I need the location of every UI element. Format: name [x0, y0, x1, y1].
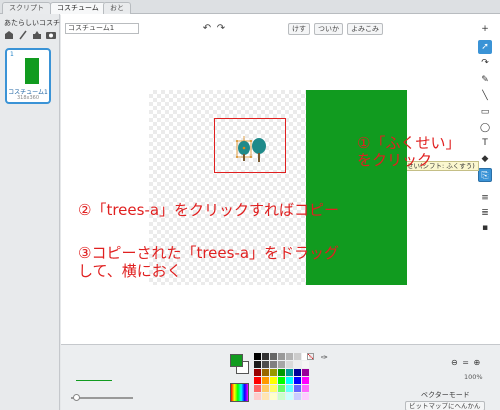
pencil-icon[interactable]: ✎ — [478, 73, 492, 87]
annotation-step3-line1: ③コピーされた「trees-a」をドラッグ — [78, 244, 340, 262]
line-width-preview — [76, 380, 112, 381]
upload-icon[interactable] — [32, 30, 42, 40]
costume-number: 1 — [10, 51, 14, 58]
no-color-icon[interactable] — [307, 353, 314, 360]
duplicate-stamp-icon[interactable]: ⎘ — [478, 168, 492, 182]
tab-scripts[interactable]: スクリプト — [2, 2, 51, 14]
palette-swatch[interactable] — [286, 353, 293, 360]
slider-knob[interactable] — [73, 394, 80, 401]
palette-swatch[interactable] — [294, 377, 301, 384]
palette-swatch[interactable] — [302, 361, 309, 368]
palette-swatch[interactable] — [254, 393, 261, 400]
tab-sounds[interactable]: おと — [103, 2, 131, 14]
costume-preview — [25, 58, 39, 84]
palette-swatch[interactable] — [286, 361, 293, 368]
palette-swatch[interactable] — [278, 353, 285, 360]
palette-swatch[interactable] — [254, 361, 261, 368]
palette-swatch[interactable] — [254, 385, 261, 392]
palette-swatch[interactable] — [294, 361, 301, 368]
tab-bar: スクリプト コスチューム おと — [0, 0, 500, 15]
palette-swatch[interactable] — [254, 369, 261, 376]
costume-size: 318x360 — [16, 95, 40, 101]
palette-swatch[interactable] — [294, 369, 301, 376]
palette-swatch[interactable] — [262, 353, 269, 360]
convert-to-bitmap-button[interactable]: ビットマップにへんかん — [405, 401, 485, 410]
palette-swatch[interactable] — [286, 385, 293, 392]
palette-swatch[interactable] — [278, 393, 285, 400]
palette-swatch[interactable] — [262, 393, 269, 400]
palette-swatch[interactable] — [270, 361, 277, 368]
reshape-icon[interactable]: ↷ — [478, 56, 492, 70]
palette-swatch[interactable] — [270, 377, 277, 384]
undo-icon[interactable]: ↶ — [201, 23, 213, 35]
mode-label: ベクターモード — [421, 391, 470, 399]
palette-swatch[interactable] — [294, 385, 301, 392]
camera-icon[interactable] — [46, 30, 56, 40]
redo-icon[interactable]: ↷ — [215, 23, 227, 35]
costume-thumbnail[interactable]: 1 コスチューム1 318x360 — [5, 48, 51, 104]
new-costume-tools — [4, 30, 56, 42]
paint-brush-icon[interactable] — [18, 30, 28, 40]
layer-back-icon[interactable]: ≣ — [478, 206, 492, 220]
ellipse-icon[interactable]: ◯ — [478, 121, 492, 135]
annotation-step1-line1: ①「ふくせい」 — [357, 134, 461, 152]
primary-color-swatch[interactable] — [230, 354, 243, 367]
select-arrow-icon[interactable]: ➚ — [478, 40, 492, 54]
line-icon[interactable]: ╲ — [478, 89, 492, 103]
zoom-controls[interactable]: ⊖ = ⊕ — [451, 358, 481, 367]
add-button[interactable]: ついか — [314, 23, 343, 35]
color-panel: ✑ ⊖ = ⊕ 100% ベクターモード ビットマップにへんかん — [61, 344, 500, 410]
palette-swatch[interactable] — [270, 353, 277, 360]
palette-swatch[interactable] — [302, 385, 309, 392]
palette-swatch[interactable] — [254, 377, 261, 384]
line-width-slider[interactable] — [71, 394, 133, 401]
editor-toolbar: コスチューム1 ↶ ↷ けす ついか よみこみ — [61, 14, 500, 44]
eyedropper-icon[interactable]: ✑ — [320, 353, 329, 362]
palette-swatch[interactable] — [262, 385, 269, 392]
palette-swatch[interactable] — [302, 393, 309, 400]
zoom-level: 100% — [464, 373, 483, 381]
palette-swatch[interactable] — [286, 393, 293, 400]
palette-swatch[interactable] — [278, 377, 285, 384]
paint-editor: コスチューム1 ↶ ↷ けす ついか よみこみ + ➚ ↷ ✎ ╲ ▭ ◯ T … — [61, 14, 500, 410]
color-picker[interactable] — [230, 383, 249, 402]
paint-bucket-icon[interactable]: ◆ — [478, 152, 492, 166]
zoom-plus-icon[interactable]: + — [478, 22, 492, 36]
palette-swatch[interactable] — [278, 369, 285, 376]
library-icon[interactable] — [4, 30, 14, 40]
rectangle-icon[interactable]: ▭ — [478, 105, 492, 119]
palette-swatch[interactable] — [294, 393, 301, 400]
import-button[interactable]: よみこみ — [347, 23, 383, 35]
color-palette — [254, 353, 309, 400]
costume-name-input[interactable]: コスチューム1 — [65, 23, 139, 34]
palette-swatch[interactable] — [278, 385, 285, 392]
trees-a-sprite[interactable] — [229, 134, 279, 172]
annotation-step3-line2: して、横におく — [78, 262, 182, 280]
layer-forward-icon[interactable]: ≡ — [478, 191, 492, 205]
annotation-step1-line2: をクリック — [357, 151, 433, 169]
costume-list-panel: あたらしいコスチューム: 1 コスチューム1 318x360 — [0, 14, 83, 410]
palette-swatch[interactable] — [270, 393, 277, 400]
palette-swatch[interactable] — [262, 361, 269, 368]
text-icon[interactable]: T — [478, 136, 492, 150]
group-icon[interactable]: ▪ — [478, 221, 492, 235]
palette-swatch[interactable] — [278, 361, 285, 368]
palette-swatch[interactable] — [262, 369, 269, 376]
palette-swatch[interactable] — [294, 353, 301, 360]
palette-swatch[interactable] — [254, 353, 261, 360]
palette-swatch[interactable] — [302, 369, 309, 376]
palette-swatch[interactable] — [302, 377, 309, 384]
palette-swatch[interactable] — [286, 369, 293, 376]
clear-button[interactable]: けす — [288, 23, 310, 35]
palette-swatch[interactable] — [270, 369, 277, 376]
palette-swatch[interactable] — [262, 377, 269, 384]
annotation-step2: ②「trees-a」をクリックすればコピー — [78, 201, 340, 219]
palette-swatch[interactable] — [286, 377, 293, 384]
palette-swatch[interactable] — [270, 385, 277, 392]
